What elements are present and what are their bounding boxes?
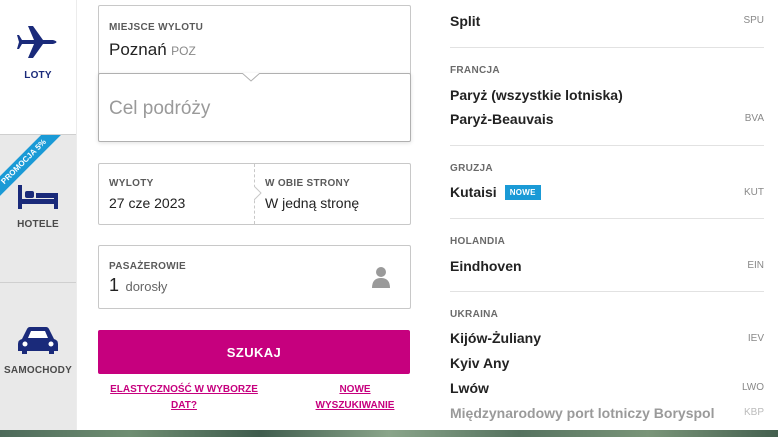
bed-icon (18, 185, 58, 209)
passengers-label: PASAŻEROWIE (109, 261, 187, 272)
country-heading: HOLANDIA (450, 236, 506, 247)
destination-input[interactable]: Cel podróży (98, 73, 411, 142)
search-form: MIEJSCE WYLOTU Poznań POZ Cel podróży WY… (76, 0, 429, 437)
return-label: W OBIE STRONY (265, 178, 351, 189)
tab-flights-label: LOTY (24, 70, 52, 81)
tab-cars-label: SAMOCHODY (4, 365, 72, 376)
dates-field: WYLOTY 27 cze 2023 W OBIE STRONY W jedną… (98, 163, 411, 225)
country-heading: GRUZJA (450, 163, 493, 174)
new-badge: NOWE (504, 185, 541, 200)
new-search-line2: WYSZUKIWANIE (315, 400, 395, 411)
city-name: Eindhoven (450, 258, 522, 274)
divider (450, 145, 764, 146)
city-name: Kutaisi (450, 184, 497, 200)
pointer-caret (242, 73, 260, 82)
person-icon (372, 267, 390, 288)
sidebar: LOTY PROMOCJA 5% HOTELE SAMOCHODY (0, 0, 76, 437)
departure-label: WYLOTY (109, 178, 154, 189)
city-code: KBP (743, 407, 764, 418)
departure-value: 27 cze 2023 (109, 195, 186, 211)
flexible-dates-line2: DAT? (171, 400, 197, 411)
country-heading: FRANCJA (450, 65, 500, 76)
city-code: LWO (741, 382, 764, 393)
tab-hotels-label: HOTELE (17, 219, 59, 230)
flexible-dates-line1: ELASTYCZNOŚĆ W WYBORZE (110, 384, 258, 395)
divider (450, 47, 764, 48)
background-image-strip (0, 430, 778, 437)
airplane-icon (17, 26, 57, 58)
origin-label: MIEJSCE WYLOTU (109, 22, 204, 33)
destination-placeholder: Cel podróży (109, 98, 211, 119)
search-button[interactable]: SZUKAJ (98, 330, 410, 374)
city-code: BVA (744, 113, 764, 124)
city-name: Kijów-Żuliany (450, 330, 541, 346)
tab-flights[interactable]: LOTY (0, 0, 76, 134)
passengers-field[interactable]: PASAŻEROWIE 1 dorosły (98, 245, 411, 309)
tab-hotels[interactable]: PROMOCJA 5% HOTELE (0, 135, 76, 282)
city-name: Paryż-Beauvais (450, 111, 554, 127)
city-code: KUT (744, 187, 764, 198)
city-name: Międzynarodowy port lotniczy Boryspol (450, 405, 715, 421)
new-search-line1: NOWE (339, 384, 371, 395)
return-value: W jedną stronę (265, 195, 360, 211)
city-code: IEV (747, 333, 764, 344)
origin-field[interactable]: MIEJSCE WYLOTU Poznań POZ (98, 5, 411, 75)
city-code: SPU (743, 15, 764, 26)
tab-cars[interactable]: SAMOCHODY (0, 283, 76, 437)
passengers-count: 1 (109, 275, 120, 295)
origin-code: POZ (171, 44, 196, 58)
divider (450, 218, 764, 219)
destinations-list: Split SPU FRANCJA Paryż (wszystkie lotni… (430, 0, 778, 430)
city-name: Paryż (wszystkie lotniska) (450, 87, 623, 103)
city-name: Lwów (450, 380, 489, 396)
car-icon (18, 327, 58, 354)
city-name: Split (450, 13, 481, 29)
departure-date-field[interactable]: WYLOTY 27 cze 2023 (99, 164, 254, 224)
city-code: EIN (747, 260, 764, 271)
flexible-dates-link[interactable]: ELASTYCZNOŚĆ W WYBORZE DAT? (105, 382, 263, 414)
passengers-type: dorosły (125, 279, 168, 294)
divider (450, 291, 764, 292)
country-heading: UKRAINA (450, 309, 499, 320)
city-name: Kyiv Any (450, 355, 510, 371)
origin-value: Poznań (109, 40, 167, 59)
new-search-link[interactable]: NOWE WYSZUKIWANIE (305, 382, 405, 414)
return-date-field[interactable]: W OBIE STRONY W jedną stronę (255, 164, 411, 224)
